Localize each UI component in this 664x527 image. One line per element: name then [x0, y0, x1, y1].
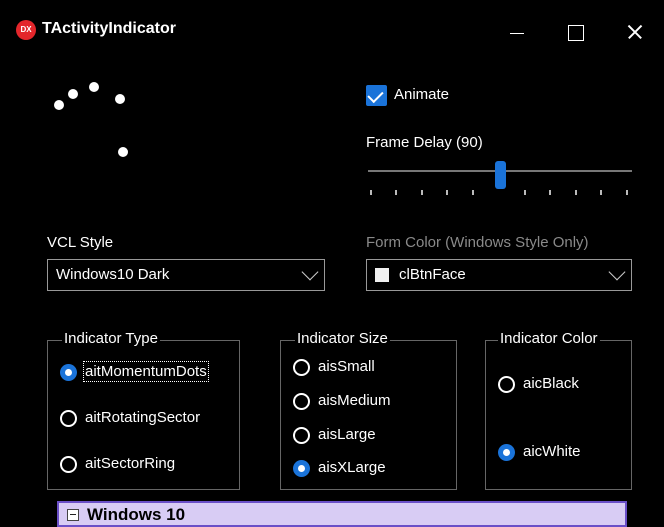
radio-label[interactable]: aisSmall [318, 358, 375, 375]
indicator-dot [89, 82, 99, 92]
panel-label: Windows 10 [87, 505, 186, 524]
radio-ais-large[interactable] [293, 427, 310, 444]
radio-label[interactable]: aitSectorRing [85, 455, 175, 472]
radio-ait-sector-ring[interactable] [60, 456, 77, 473]
minimize-button[interactable] [488, 8, 546, 54]
radio-label[interactable]: aicBlack [523, 375, 579, 392]
group-title: Indicator Color [498, 330, 600, 347]
radio-label[interactable]: aitRotatingSector [85, 409, 200, 426]
radio-aic-black[interactable] [498, 376, 515, 393]
indicator-dot [115, 94, 125, 104]
radio-label[interactable]: aisMedium [318, 392, 391, 409]
color-swatch [375, 268, 389, 282]
radio-ais-small[interactable] [293, 359, 310, 376]
title-bar: DX TActivityIndicator [0, 0, 664, 62]
radio-ait-rotating-sector[interactable] [60, 410, 77, 427]
app-icon: DX [16, 20, 36, 40]
radio-ait-momentum-dots[interactable] [60, 364, 77, 381]
vcl-style-dropdown[interactable]: Windows10 Dark [47, 259, 325, 291]
maximize-button[interactable] [546, 8, 604, 54]
close-button[interactable] [606, 8, 664, 54]
slider-tick [626, 190, 628, 195]
indicator-dot [118, 147, 128, 157]
radio-label[interactable]: aicWhite [523, 443, 581, 460]
vcl-style-label: VCL Style [47, 234, 114, 251]
slider-tick [575, 190, 577, 195]
window-title: TActivityIndicator [42, 20, 176, 37]
slider-tick [446, 190, 448, 195]
radio-label[interactable]: aisLarge [318, 426, 376, 443]
radio-ais-xlarge[interactable] [293, 460, 310, 477]
collapse-icon[interactable] [67, 509, 79, 521]
animate-checkbox[interactable] [366, 85, 387, 106]
slider-thumb[interactable] [495, 161, 506, 189]
windows-10-panel[interactable]: Windows 10 [57, 501, 627, 527]
radio-label[interactable]: aisXLarge [318, 459, 386, 476]
slider-tick [395, 190, 397, 195]
radio-label[interactable]: aitMomentumDots [83, 361, 209, 382]
radio-aic-white[interactable] [498, 444, 515, 461]
slider-tick [549, 190, 551, 195]
vcl-style-value: Windows10 Dark [56, 266, 170, 283]
animate-label[interactable]: Animate [394, 86, 449, 103]
slider-tick [421, 190, 423, 195]
indicator-dot [54, 100, 64, 110]
form-color-dropdown[interactable]: clBtnFace [366, 259, 632, 291]
slider-tick [472, 190, 474, 195]
chevron-down-icon [301, 263, 319, 281]
indicator-color-group: Indicator Color [485, 330, 632, 490]
frame-delay-label: Frame Delay (90) [366, 134, 483, 151]
slider-tick [370, 190, 372, 195]
slider-tick [524, 190, 526, 195]
chevron-down-icon [608, 263, 626, 281]
group-title: Indicator Type [62, 330, 160, 347]
slider-tick [600, 190, 602, 195]
indicator-dot [68, 89, 78, 99]
form-color-label: Form Color (Windows Style Only) [366, 234, 589, 251]
form-color-value: clBtnFace [399, 266, 466, 283]
radio-ais-medium[interactable] [293, 393, 310, 410]
group-title: Indicator Size [295, 330, 390, 347]
